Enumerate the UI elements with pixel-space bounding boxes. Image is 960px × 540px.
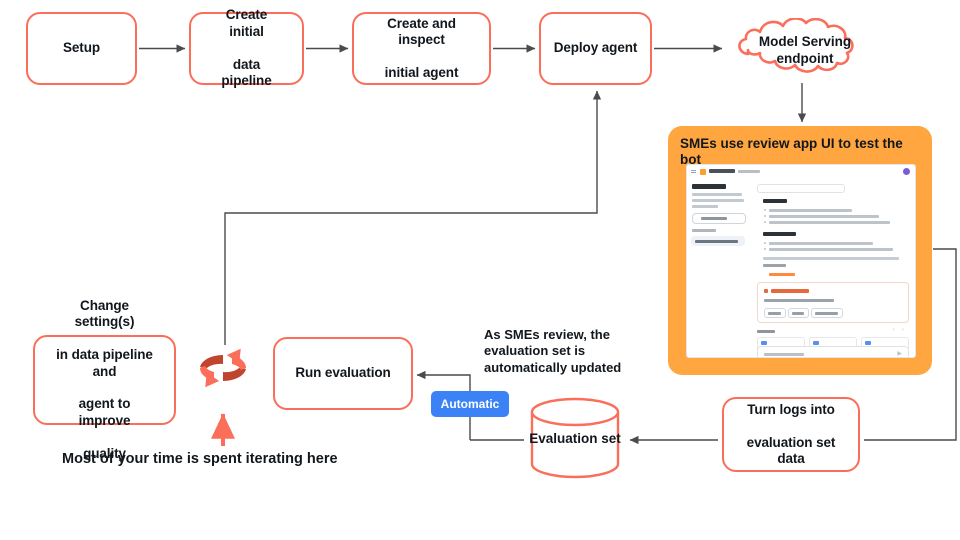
- node-change-settings[interactable]: Change setting(s) in data pipeline and a…: [33, 298, 176, 461]
- avatar[interactable]: [903, 168, 910, 175]
- node-inspect-label-line2: initial agent: [384, 64, 459, 80]
- body-text-line: [763, 257, 899, 260]
- annotation-smes-line3: automatically updated: [484, 359, 622, 375]
- review-app-panel: SMEs use review app UI to test the bot ‹…: [668, 126, 932, 375]
- document-icon: [761, 341, 767, 345]
- sources-count: [763, 264, 786, 267]
- sidebar-desc-line-1: [692, 193, 742, 196]
- review-app-screenshot[interactable]: ‹ › ▶: [686, 164, 916, 358]
- node-evaluation-set[interactable]: Evaluation set: [524, 396, 626, 480]
- node-setup-label: Setup: [62, 40, 100, 56]
- arrow-loop-back-to-deploy: [224, 90, 602, 345]
- diagram-canvas: Setup Create initial data pipeline Creat…: [0, 0, 960, 540]
- node-turnlogs-label-line1: Turn logs into: [747, 401, 835, 417]
- feedback-yes-button[interactable]: [764, 308, 786, 318]
- node-model-serving-endpoint[interactable]: Model Serving endpoint: [716, 17, 888, 83]
- screenshot-topbar: [687, 165, 915, 179]
- sidebar-desc-line-3: [692, 205, 718, 208]
- node-turn-logs-into-evaluation-set-data[interactable]: Turn logs into evaluation set data: [722, 397, 860, 472]
- requirements-bullet-2: [764, 248, 893, 251]
- arrow-automatic-to-run-evaluation: [416, 370, 471, 391]
- new-chat-button[interactable]: [692, 213, 746, 224]
- edit-response-link[interactable]: [769, 273, 795, 276]
- refresh-loop-icon: [192, 337, 254, 399]
- annotation-iterating: Most of your time is spent iterating her…: [62, 451, 338, 467]
- history-label: [692, 229, 716, 232]
- screenshot-app-subtitle: [738, 169, 760, 173]
- document-icon: [813, 341, 819, 345]
- awaiting-feedback-icon: [764, 289, 768, 293]
- badge-automatic-label: Automatic: [440, 397, 500, 411]
- hamburger-menu-icon[interactable]: [691, 169, 696, 174]
- feedback-card: [757, 282, 909, 323]
- feedback-card-title: [771, 289, 809, 293]
- node-cloud-label-line1: Model Serving: [758, 34, 852, 50]
- feedback-question: [764, 299, 834, 302]
- benefits-bullet-3: [764, 221, 890, 224]
- annotation-smes-line2: evaluation set is: [484, 343, 586, 359]
- ask-question-input[interactable]: ▶: [757, 346, 909, 357]
- feedback-dontknow-button[interactable]: [811, 308, 843, 318]
- document-icon: [865, 341, 871, 345]
- sidebar-desc-line-2: [692, 199, 744, 202]
- sources-pager[interactable]: ‹ ›: [893, 328, 907, 333]
- node-run-evaluation[interactable]: Run evaluation: [273, 337, 413, 410]
- node-setup[interactable]: Setup: [26, 12, 137, 85]
- sidebar-heading: [692, 184, 726, 189]
- node-change-label-line3: agent to improve: [78, 396, 131, 428]
- status-badge-automatic: Automatic: [431, 391, 509, 417]
- node-deploy-label: Deploy agent: [553, 40, 638, 56]
- node-inspect-label-line1: Create and inspect: [387, 15, 456, 48]
- benefits-bullet-2: [764, 215, 879, 218]
- node-pipeline-label-line2: data pipeline: [221, 56, 272, 89]
- node-create-initial-data-pipeline[interactable]: Create initial data pipeline: [189, 7, 304, 88]
- send-icon[interactable]: ▶: [897, 351, 902, 357]
- node-pipeline-label-line1: Create initial: [225, 7, 268, 39]
- node-change-label-line2: in data pipeline and: [56, 347, 153, 379]
- annotation-smes-line1: As SMEs review, the: [484, 327, 610, 342]
- screenshot-main: ‹ › ▶: [749, 178, 915, 357]
- sources-label: [757, 330, 775, 333]
- requirements-bullet-1: [764, 242, 873, 245]
- model-endpoint-chip: [757, 184, 845, 193]
- benefits-heading: [763, 199, 787, 203]
- screenshot-app-name: [709, 169, 735, 173]
- benefits-bullet-1: [764, 209, 852, 212]
- node-turnlogs-label-line2: evaluation set data: [746, 434, 836, 466]
- node-create-and-inspect-initial-agent[interactable]: Create and inspect initial agent: [352, 12, 491, 85]
- node-evaluation-set-label: Evaluation set: [529, 430, 621, 446]
- chat-history-item[interactable]: [691, 236, 745, 246]
- requirements-heading: [763, 232, 796, 236]
- databricks-logo-icon: [700, 168, 706, 175]
- annotation-smes-review: As SMEs review, the evaluation set is au…: [484, 327, 664, 376]
- node-runeval-label: Run evaluation: [295, 365, 391, 381]
- feedback-no-button[interactable]: [788, 308, 809, 318]
- node-change-label-line1: Change setting(s): [74, 297, 135, 330]
- node-cloud-label-line2: endpoint: [776, 50, 834, 66]
- screenshot-sidebar: [687, 178, 750, 357]
- node-deploy-agent[interactable]: Deploy agent: [539, 12, 652, 85]
